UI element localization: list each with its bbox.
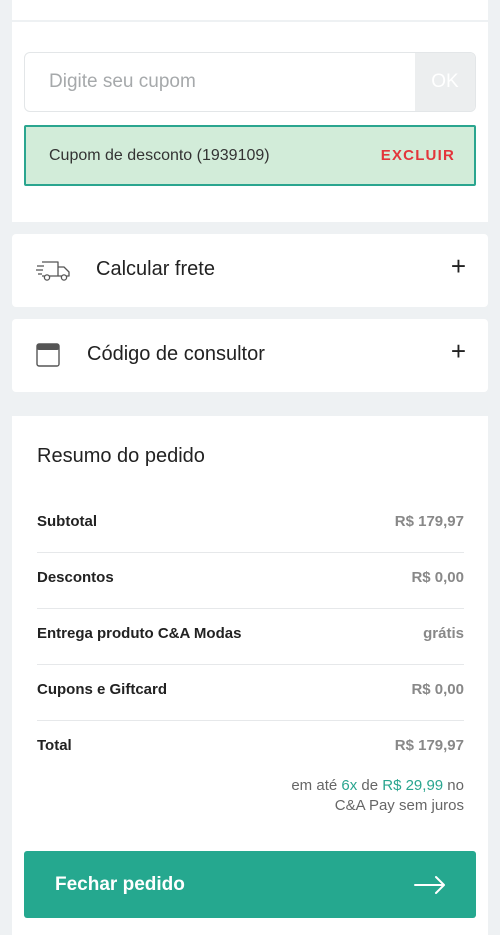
calendar-icon [36,343,60,367]
summary-title: Resumo do pedido [37,445,205,467]
checkout-label: Fechar pedido [55,874,185,895]
installment-suffix: no [443,777,464,794]
summary-row-discounts: Descontos R$ 0,00 [37,553,464,609]
coupon-form: OK [24,52,476,112]
divider [12,20,488,22]
consultant-code-row[interactable]: Código de consultor + [12,319,488,392]
summary-row-label: Subtotal [37,513,97,530]
summary-row-label: Total [37,737,72,754]
summary-row-label: Entrega produto C&A Modas [37,625,242,642]
applied-coupon-banner: Cupom de desconto (1939109) EXCLUIR [24,125,476,186]
checkout-button[interactable]: Fechar pedido [24,851,476,918]
summary-row-label: Descontos [37,569,114,586]
summary-row-subtotal: Subtotal R$ 179,97 [37,497,464,553]
arrow-right-icon [414,876,445,894]
summary-row-value: R$ 0,00 [411,569,464,586]
shipping-calculator-row[interactable]: Calcular frete + [12,234,488,307]
summary-row-coupons: Cupons e Giftcard R$ 0,00 [37,665,464,721]
plus-icon: + [450,336,466,366]
summary-row-total: Total R$ 179,97 [37,721,464,777]
truck-icon [36,261,70,281]
plus-icon: + [450,251,466,281]
summary-row-delivery: Entrega produto C&A Modas grátis [37,609,464,665]
summary-row-value: R$ 179,97 [394,737,464,754]
installment-count: 6x [341,777,358,794]
apply-coupon-button[interactable]: OK [415,53,475,111]
consultant-label: Código de consultor [87,343,265,365]
summary-row-value: R$ 0,00 [411,681,464,698]
installment-mid: de [357,777,383,794]
summary-row-label: Cupons e Giftcard [37,681,168,698]
summary-row-value: grátis [423,625,464,642]
remove-coupon-button[interactable]: EXCLUIR [381,147,455,164]
installment-info: em até 6x de R$ 29,99 no C&A Pay sem jur… [224,776,464,816]
shipping-label: Calcular frete [96,258,215,280]
installment-line2: C&A Pay sem juros [334,797,464,814]
applied-coupon-text: Cupom de desconto (1939109) [49,147,270,164]
installment-prefix: em até [291,777,342,794]
coupon-input[interactable] [25,53,415,111]
summary-row-value: R$ 179,97 [394,513,464,530]
installment-amount: R$ 29,99 [382,777,444,794]
